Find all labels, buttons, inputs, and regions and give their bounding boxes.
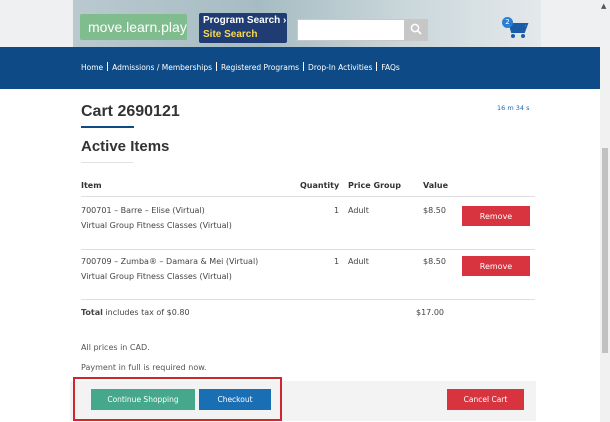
program-search-label[interactable]: Program Search ›	[203, 14, 287, 28]
nav-registered-programs[interactable]: Registered Programs	[221, 63, 299, 72]
active-items-heading: Active Items	[81, 138, 170, 155]
cart-button[interactable]: 2	[500, 14, 530, 40]
nav-home[interactable]: Home	[81, 63, 103, 72]
item-value: $8.50	[423, 257, 446, 266]
cart-count-badge: 2	[502, 17, 513, 28]
scrollbar-thumb[interactable]	[602, 148, 608, 353]
cart-title: Cart 2690121	[81, 103, 180, 120]
item-value: $8.50	[423, 206, 446, 215]
item-price-group: Adult	[348, 206, 369, 215]
item-price-group: Adult	[348, 257, 369, 266]
remove-button[interactable]: Remove	[462, 206, 530, 226]
nav-separator	[303, 62, 305, 71]
main-nav: Home Admissions / Memberships Registered P…	[0, 47, 600, 89]
row-divider	[81, 249, 535, 250]
nav-drop-in[interactable]: Drop-In Activities	[308, 63, 372, 72]
search-button[interactable]	[405, 19, 428, 41]
nav-admissions[interactable]: Admissions / Memberships	[112, 63, 212, 72]
item-name: 700709 – Zumba® – Damara & Mei (Virtual)	[81, 257, 259, 266]
item-category: Virtual Group Fitness Classes (Virtual)	[81, 272, 232, 281]
row-divider	[81, 196, 535, 197]
search-icon	[410, 23, 422, 35]
nav-separator	[376, 62, 378, 71]
cancel-cart-button[interactable]: Cancel Cart	[447, 389, 524, 410]
title-underline	[81, 126, 134, 128]
item-category: Virtual Group Fitness Classes (Virtual)	[81, 221, 232, 230]
cart-timer: 16 m 34 s	[497, 104, 530, 112]
item-quantity: 1	[334, 257, 340, 266]
payment-note: Payment in full is required now.	[81, 363, 207, 372]
currency-note: All prices in CAD.	[81, 343, 150, 352]
nav-separator	[216, 62, 218, 71]
nav-separator	[107, 62, 109, 71]
search-type-label[interactable]: Program Search › Site Search	[199, 13, 287, 43]
total-tax: includes tax of $0.80	[102, 308, 190, 317]
column-header-quantity: Quantity	[300, 181, 340, 190]
total-label: Total	[81, 308, 103, 317]
heading-underline	[81, 162, 133, 163]
nav-faqs[interactable]: FAQs	[381, 63, 399, 72]
column-header-value: Value	[423, 181, 449, 190]
scroll-up-arrow-icon[interactable]: ▲	[601, 2, 606, 10]
checkout-button[interactable]: Checkout	[199, 389, 271, 410]
site-search-label[interactable]: Site Search	[203, 28, 287, 41]
search-input[interactable]	[297, 19, 405, 41]
item-quantity: 1	[334, 206, 340, 215]
row-divider	[81, 299, 535, 300]
total-text: Total includes tax of $0.80	[81, 308, 190, 317]
total-value: $17.00	[416, 308, 444, 317]
item-name: 700701 – Barre – Elise (Virtual)	[81, 206, 205, 215]
column-header-price-group: Price Group	[348, 181, 401, 190]
site-logo[interactable]: move.learn.play	[80, 14, 187, 40]
column-header-item: Item	[81, 181, 102, 190]
continue-shopping-button[interactable]: Continue Shopping	[91, 389, 195, 410]
remove-button[interactable]: Remove	[462, 256, 530, 276]
